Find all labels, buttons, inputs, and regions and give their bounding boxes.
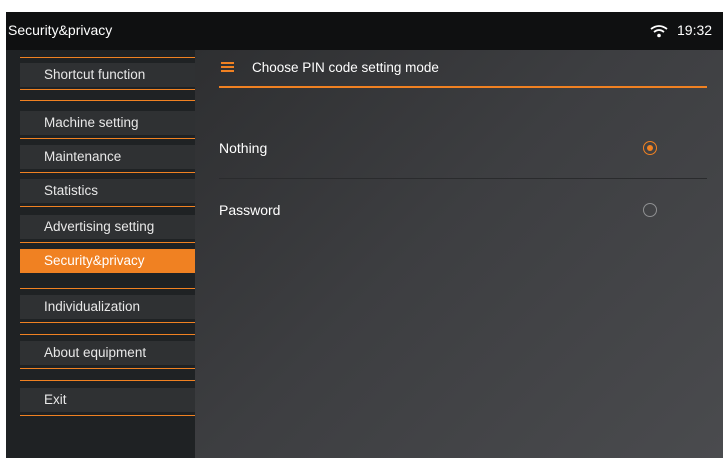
sidebar-item-exit[interactable]: Exit xyxy=(20,388,195,412)
app-window: Security&privacy 19:32 Shortcut function… xyxy=(6,12,723,458)
wifi-icon xyxy=(650,25,668,38)
sidebar: Shortcut function Machine setting Mainte… xyxy=(6,50,195,458)
sidebar-divider xyxy=(20,380,195,381)
sidebar-item-maintenance[interactable]: Maintenance xyxy=(20,145,195,169)
sidebar-item-shortcut-function[interactable]: Shortcut function xyxy=(20,63,195,87)
radio-nothing[interactable] xyxy=(643,141,657,155)
sidebar-item-machine-setting[interactable]: Machine setting xyxy=(20,111,195,135)
sidebar-divider xyxy=(20,57,195,58)
sidebar-gap xyxy=(20,369,195,379)
sidebar-item-advertising-setting[interactable]: Advertising setting xyxy=(20,215,195,239)
sidebar-divider xyxy=(20,415,195,416)
sidebar-divider xyxy=(20,242,195,243)
status-bar: Security&privacy 19:32 xyxy=(6,12,723,50)
sidebar-divider xyxy=(20,288,195,289)
sidebar-gap xyxy=(20,273,195,286)
sidebar-item-statistics[interactable]: Statistics xyxy=(20,179,195,203)
sidebar-divider xyxy=(20,334,195,335)
sidebar-divider xyxy=(20,138,195,139)
option-divider xyxy=(219,178,707,179)
panel-title: Choose PIN code setting mode xyxy=(252,60,439,75)
settings-panel: Choose PIN code setting mode Nothing Pas… xyxy=(195,50,723,458)
option-nothing-label[interactable]: Nothing xyxy=(219,140,267,156)
option-password-label[interactable]: Password xyxy=(219,202,280,218)
sidebar-item-about-equipment[interactable]: About equipment xyxy=(20,341,195,365)
sidebar-divider xyxy=(20,172,195,173)
header-divider xyxy=(219,86,707,88)
sidebar-gap xyxy=(20,90,195,100)
sidebar-divider xyxy=(20,100,195,101)
sidebar-item-security-privacy[interactable]: Security&privacy xyxy=(20,249,195,273)
sidebar-divider xyxy=(20,206,195,207)
window-title: Security&privacy xyxy=(8,22,113,38)
clock: 19:32 xyxy=(677,22,713,38)
sidebar-item-individualization[interactable]: Individualization xyxy=(20,295,195,319)
radio-password[interactable] xyxy=(643,203,657,217)
sidebar-gap xyxy=(20,323,195,333)
menu-icon[interactable] xyxy=(221,62,234,72)
